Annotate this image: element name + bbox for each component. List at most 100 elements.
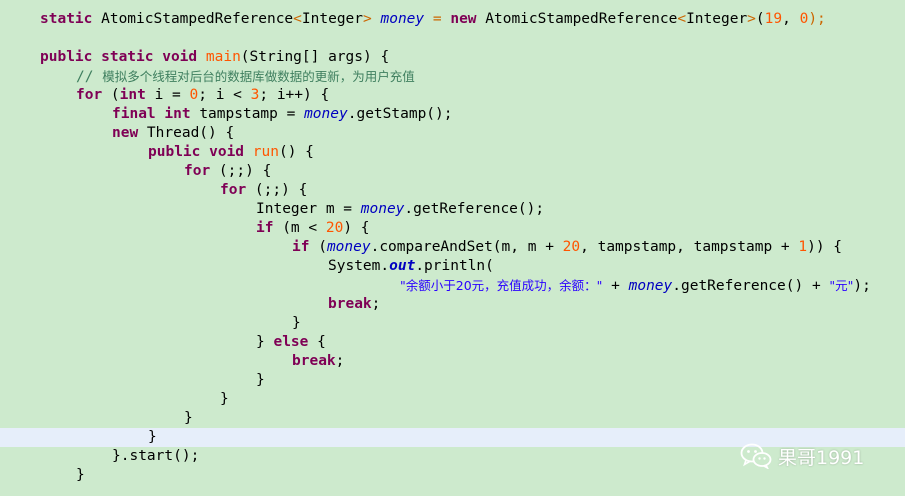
token: ,	[782, 11, 800, 27]
token: money	[304, 106, 348, 122]
token: (	[755, 11, 765, 27]
token: =	[424, 11, 451, 27]
token: ; i++) {	[259, 87, 330, 103]
token: public static void	[40, 49, 206, 65]
token: );	[853, 278, 871, 294]
code-line-4: // 模拟多个线程对后台的数据库做数据的更新，为用户充值	[0, 67, 905, 86]
watermark-text: 果哥1991	[778, 446, 865, 469]
token: , tampstamp, tampstamp +	[580, 239, 799, 255]
token: }	[220, 391, 229, 407]
token: System.	[328, 258, 390, 274]
token: }	[256, 372, 265, 388]
code-editor[interactable]: static AtomicStampedReference<Integer> m…	[0, 0, 905, 496]
token: }	[148, 429, 157, 445]
code-line-17: }	[0, 314, 905, 333]
token: money	[628, 278, 673, 294]
token: ;	[371, 296, 381, 312]
token: (	[318, 239, 327, 255]
token: //	[76, 69, 103, 85]
token: static	[40, 11, 102, 27]
token: new	[450, 11, 486, 27]
wechat-icon	[740, 443, 772, 469]
token: ;	[335, 353, 345, 369]
token: AtomicStampedReference	[485, 11, 678, 27]
code-line-19: break;	[0, 352, 905, 371]
token: }	[184, 410, 193, 426]
token: break	[292, 353, 336, 369]
token: }	[76, 467, 85, 483]
token: (;;) {	[218, 163, 272, 179]
token: break	[328, 296, 372, 312]
token: final int	[112, 106, 200, 122]
token: tampstamp =	[199, 106, 305, 122]
token: }	[256, 334, 274, 350]
string-literal: "余额小于20元，充值成功，余额："	[400, 278, 603, 293]
token: )) {	[807, 239, 843, 255]
token: >	[363, 11, 381, 27]
token: (	[110, 87, 120, 103]
code-line-9: for (;;) {	[0, 162, 905, 181]
comment-text: 模拟多个线程对后台的数据库做数据的更新，为用户充值	[102, 69, 415, 84]
token: {	[317, 334, 326, 350]
code-line-21: }	[0, 390, 905, 409]
token: 20	[562, 239, 581, 255]
code-line-10: for (;;) {	[0, 181, 905, 200]
token: new	[112, 125, 147, 141]
token: (m <	[282, 220, 326, 236]
token: >	[747, 11, 756, 27]
token: <	[677, 11, 687, 27]
code-line-14: System.out.println(	[0, 257, 905, 276]
token: () {	[278, 144, 314, 160]
token: }	[292, 315, 301, 331]
token: public void	[148, 144, 253, 160]
code-line-13: if (money.compareAndSet(m, m + 20, tamps…	[0, 238, 905, 257]
code-line-12: if (m < 20) {	[0, 219, 905, 238]
token: 20	[325, 220, 344, 236]
token: run	[252, 144, 279, 160]
token: .println(	[415, 258, 494, 274]
token: );	[808, 11, 826, 27]
token: .getReference() +	[672, 278, 830, 294]
token: Integer	[686, 11, 748, 27]
code-line-15: "余额小于20元，充值成功，余额：" + money.getReference(…	[0, 276, 905, 295]
token: Integer m =	[256, 201, 361, 217]
token: 1	[798, 239, 808, 255]
code-line-3: public static void main(String[] args) {	[0, 48, 905, 67]
token: if	[292, 239, 319, 255]
code-line-16: break;	[0, 295, 905, 314]
token: 0	[189, 87, 199, 103]
token: 0	[799, 11, 809, 27]
code-line-22: }	[0, 409, 905, 428]
token: AtomicStampedReference	[101, 11, 294, 27]
code-line-11: Integer m = money.getReference();	[0, 200, 905, 219]
token: money	[360, 201, 405, 217]
token: money	[326, 239, 371, 255]
code-line-1: static AtomicStampedReference<Integer> m…	[0, 10, 905, 29]
code-line-6: final int tampstamp = money.getStamp();	[0, 105, 905, 124]
token: }.start();	[112, 448, 200, 464]
code-line-18: } else {	[0, 333, 905, 352]
token: out	[389, 258, 416, 274]
token: <	[293, 11, 302, 27]
token: for	[76, 87, 111, 103]
token: .compareAndSet(m, m +	[370, 239, 563, 255]
token: money	[380, 11, 425, 27]
token: int	[119, 87, 155, 103]
token: ) {	[343, 220, 370, 236]
token: main	[205, 49, 241, 65]
token: for	[220, 182, 255, 198]
string-literal: "元"	[829, 278, 854, 293]
token: .getStamp();	[347, 106, 453, 122]
token: else	[273, 334, 318, 350]
token: if	[256, 220, 283, 236]
token: ; i <	[198, 87, 251, 103]
token: 19	[764, 11, 783, 27]
code-line-7: new Thread() {	[0, 124, 905, 143]
token: for	[184, 163, 219, 179]
token: +	[602, 278, 629, 294]
token: (;;) {	[254, 182, 308, 198]
token: Thread() {	[146, 125, 235, 141]
code-line-20: }	[0, 371, 905, 390]
token: i =	[154, 87, 190, 103]
token: (String[] args) {	[240, 49, 390, 65]
